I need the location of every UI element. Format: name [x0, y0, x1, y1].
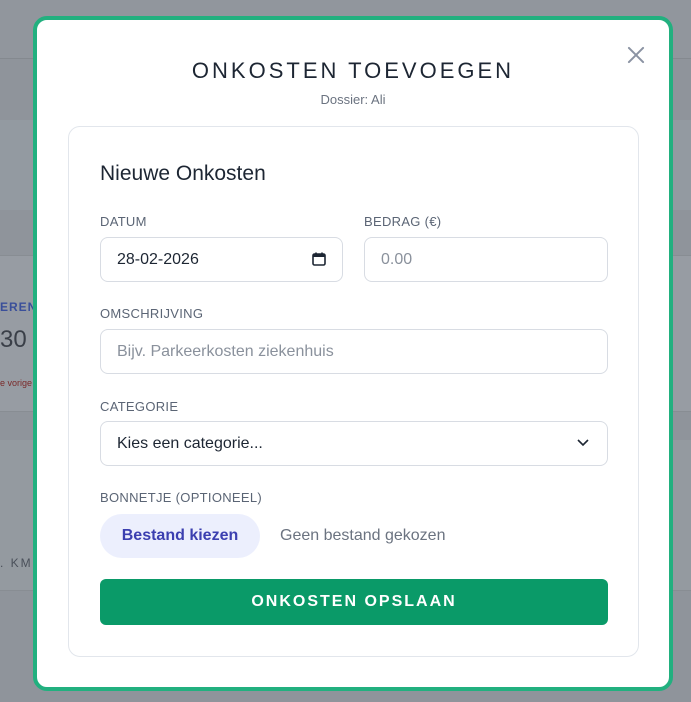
chevron-down-icon: [577, 439, 589, 447]
description-input[interactable]: Bijv. Parkeerkosten ziekenhuis: [100, 329, 608, 374]
background-stat-note: e vorige: [0, 378, 33, 388]
background-stat-label: EREN: [0, 300, 38, 314]
background-unit-label: . KM: [0, 556, 33, 570]
calendar-icon[interactable]: [312, 252, 326, 266]
amount-input[interactable]: 0.00: [364, 237, 608, 282]
amount-placeholder: 0.00: [381, 250, 413, 268]
modal-title: ONKOSTEN TOEVOEGEN: [191, 58, 515, 83]
description-label: OMSCHRIJVING: [100, 306, 204, 321]
form-title: Nieuwe Onkosten: [100, 162, 266, 185]
category-label: CATEGORIE: [100, 399, 179, 414]
description-placeholder: Bijv. Parkeerkosten ziekenhuis: [117, 342, 334, 360]
date-value: 28-02-2026: [117, 250, 199, 268]
add-expense-modal: ONKOSTEN TOEVOEGEN Dossier: Ali Nieuwe O…: [33, 16, 673, 691]
modal-subtitle: Dossier: Ali: [320, 92, 386, 107]
amount-label: BEDRAG (€): [364, 214, 442, 229]
category-selected: Kies een categorie...: [117, 434, 263, 452]
date-input[interactable]: 28-02-2026: [100, 237, 343, 282]
choose-file-button[interactable]: Bestand kiezen: [100, 514, 260, 558]
category-select[interactable]: Kies een categorie...: [100, 421, 608, 466]
file-status: Geen bestand gekozen: [280, 527, 446, 544]
save-expense-button[interactable]: ONKOSTEN OPSLAAN: [100, 579, 608, 625]
background-stat-number: 30: [0, 326, 27, 353]
receipt-label: BONNETJE (OPTIONEEL): [100, 490, 263, 505]
date-label: DATUM: [100, 214, 147, 229]
expense-form: Nieuwe Onkosten DATUM 28-02-2026 BEDRAG …: [68, 126, 639, 657]
